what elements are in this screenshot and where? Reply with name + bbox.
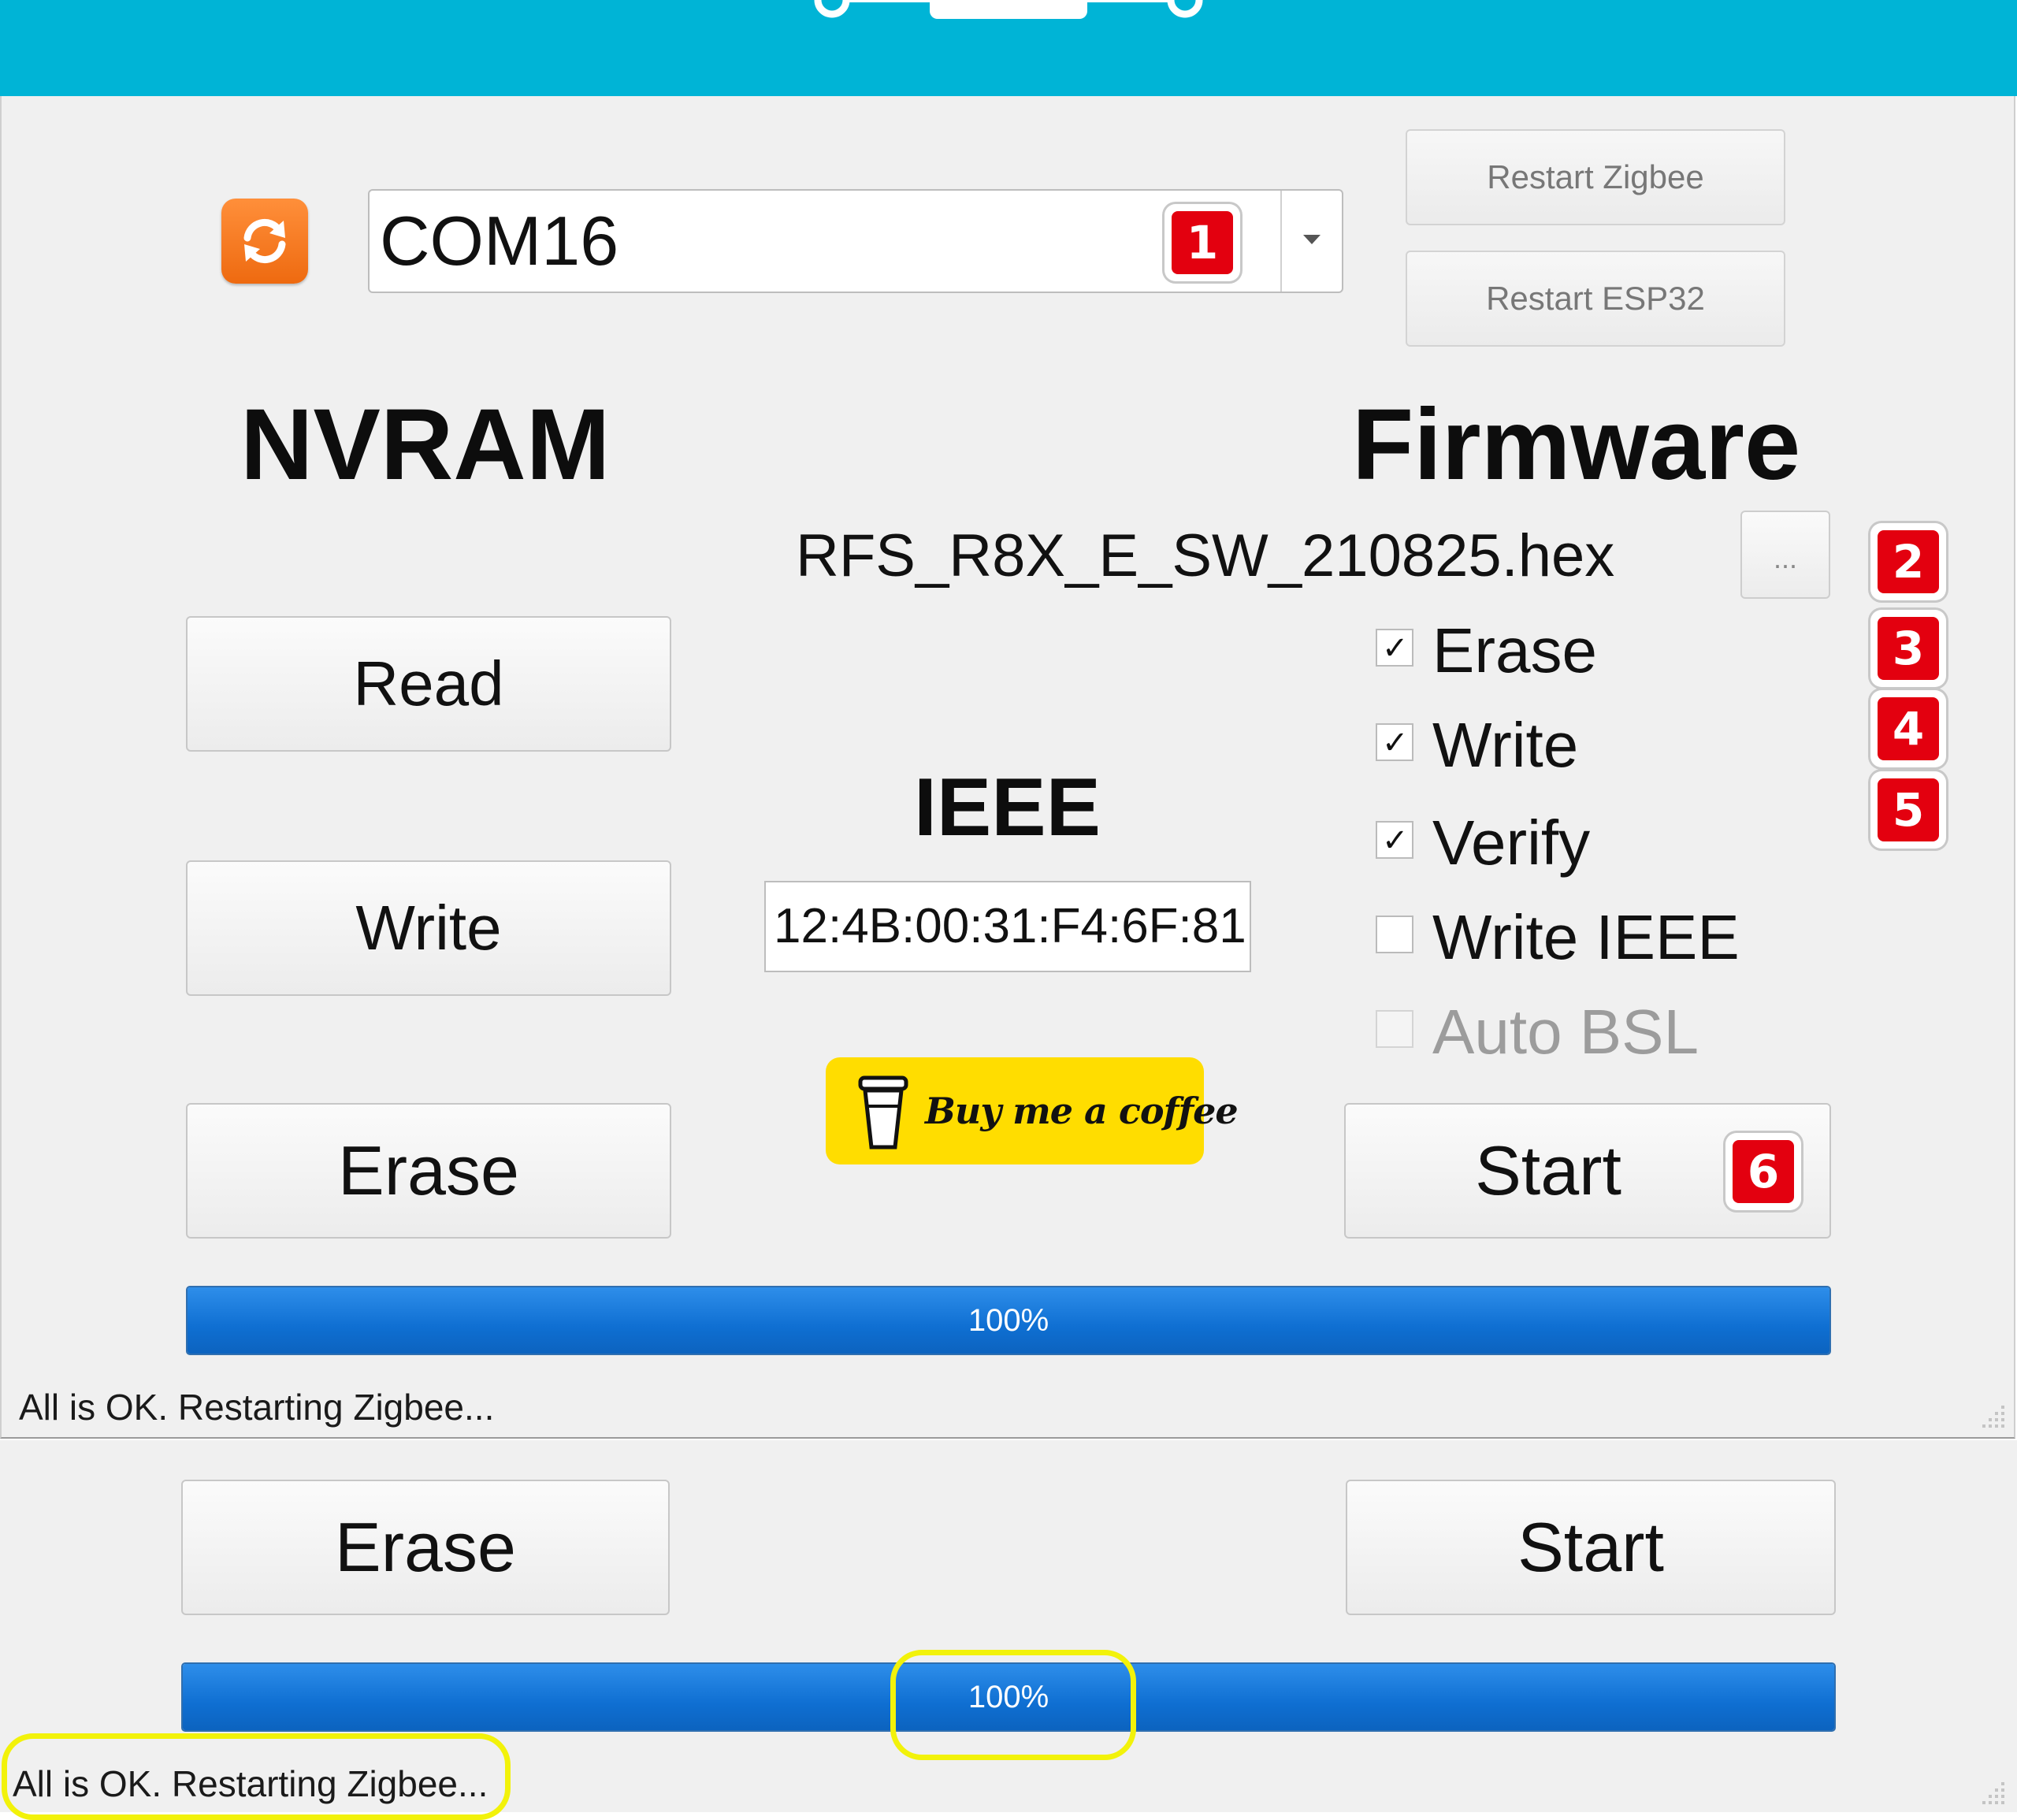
checkmark-icon: ✓	[1382, 725, 1409, 761]
status-text: All is OK. Restarting Zigbee...	[19, 1387, 495, 1428]
erase-checkbox[interactable]: ✓	[1376, 629, 1413, 667]
firmware-file-name: RFS_R8X_E_SW_210825.hex	[796, 522, 1615, 589]
restart-zigbee-button[interactable]: Restart Zigbee	[1406, 129, 1785, 225]
verify-checkbox[interactable]: ✓	[1376, 821, 1413, 859]
erase-checkbox-label: Erase	[1432, 615, 1597, 685]
nvram-heading: NVRAM	[240, 388, 611, 501]
port-select-value: COM16	[380, 202, 619, 280]
write-checkbox-label: Write	[1432, 710, 1579, 780]
progress-bar: 100%	[186, 1286, 1831, 1355]
zoom-erase-button[interactable]: Erase	[181, 1480, 670, 1615]
restart-esp32-button[interactable]: Restart ESP32	[1406, 251, 1785, 347]
zoom-resize-grip-icon	[1976, 1776, 2008, 1807]
nvram-write-button[interactable]: Write	[186, 860, 671, 996]
refresh-icon	[243, 219, 286, 263]
zoom-start-button[interactable]: Start	[1346, 1480, 1836, 1615]
step-marker-2: 2	[1870, 523, 1946, 600]
step-marker-4: 4	[1870, 690, 1946, 767]
checkmark-icon: ✓	[1382, 823, 1409, 859]
port-dropdown-button[interactable]	[1280, 191, 1342, 292]
resize-grip-icon[interactable]	[1976, 1399, 2008, 1431]
refresh-ports-button[interactable]	[221, 199, 308, 284]
write-ieee-checkbox-label: Write IEEE	[1432, 902, 1740, 972]
buy-me-a-coffee-label: Buy me a coffee	[925, 1090, 1239, 1132]
step-marker-3: 3	[1870, 610, 1946, 687]
progress-text-highlight	[890, 1650, 1136, 1760]
write-ieee-checkbox[interactable]	[1376, 916, 1413, 953]
checkmark-icon: ✓	[1382, 630, 1409, 667]
auto-bsl-checkbox-label: Auto BSL	[1432, 997, 1699, 1067]
chevron-down-icon	[1303, 235, 1321, 244]
verify-checkbox-label: Verify	[1432, 808, 1591, 878]
circuit-logo-icon	[804, 0, 1213, 24]
browse-firmware-button[interactable]: ...	[1740, 511, 1830, 599]
nvram-read-button[interactable]: Read	[186, 616, 671, 752]
firmware-heading: Firmware	[1352, 388, 1801, 501]
ieee-heading: IEEE	[914, 762, 1101, 853]
ieee-address-field[interactable]: 12:4B:00:31:F4:6F:81	[764, 881, 1251, 972]
auto-bsl-checkbox	[1376, 1010, 1413, 1048]
write-checkbox[interactable]: ✓	[1376, 723, 1413, 761]
step-marker-6: 6	[1725, 1133, 1801, 1210]
nvram-erase-button[interactable]: Erase	[186, 1103, 671, 1239]
step-marker-1: 1	[1165, 204, 1240, 281]
coffee-cup-icon	[858, 1075, 908, 1150]
status-text-highlight	[2, 1733, 511, 1820]
progress-bar-text: 100%	[968, 1303, 1049, 1338]
step-marker-5: 5	[1870, 771, 1946, 849]
